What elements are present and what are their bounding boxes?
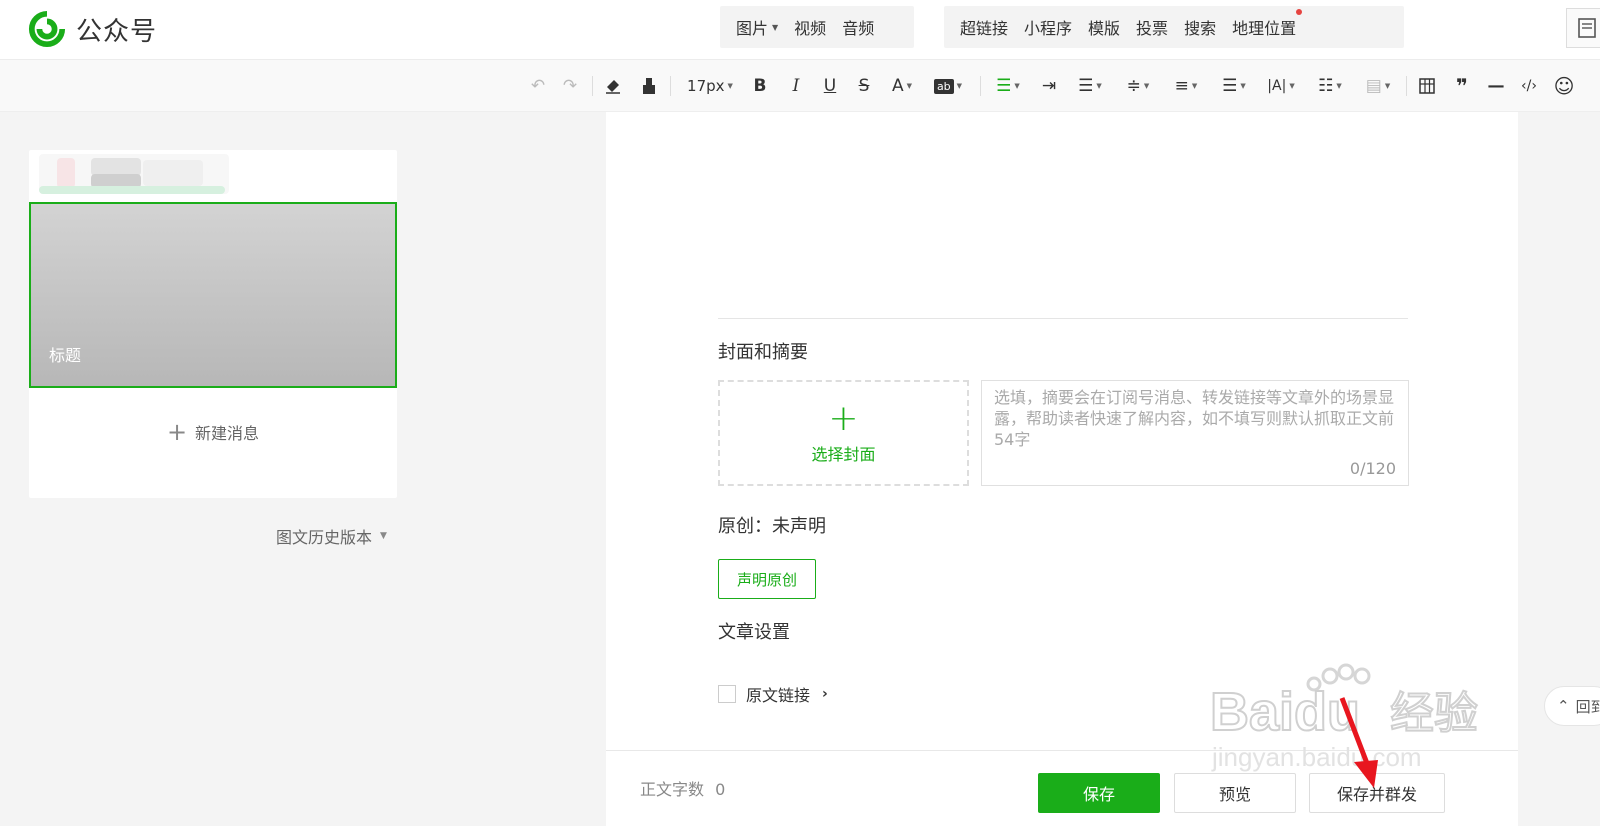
template-label: 模版 (1088, 19, 1121, 38)
history-versions-dropdown[interactable]: 图文历史版本 ▼ (276, 524, 387, 548)
plus-icon: + (828, 398, 859, 439)
word-count-value: 0 (715, 780, 726, 799)
preview-button[interactable]: 预览 (1174, 773, 1296, 813)
background-color-icon[interactable]: ab ▼ (928, 72, 968, 100)
font-size-value: 17px (687, 77, 725, 95)
cover-summary-title: 封面和摘要 (718, 342, 808, 363)
logo[interactable]: 公众号 (28, 10, 157, 48)
media-tools: 图片 ▼ 视频 音频 (720, 6, 914, 48)
original-link-label: 原文链接 (746, 686, 811, 705)
font-size-select[interactable]: 17px ▼ (680, 72, 740, 100)
vote-label: 投票 (1136, 19, 1169, 38)
choose-cover-button[interactable]: + 选择封面 (718, 380, 969, 486)
back-to-top-label: 回到 (1575, 697, 1600, 716)
cover-title: 标题 (49, 346, 82, 365)
toolbar-separator (1406, 76, 1407, 96)
audio-tool-button[interactable]: 音频 (834, 15, 882, 39)
format-painter-icon[interactable] (636, 72, 662, 100)
toolbar-separator (592, 76, 593, 96)
line-height-icon[interactable]: ☰ ▼ (1214, 72, 1254, 100)
vote-tool-button[interactable]: 投票 (1128, 15, 1176, 39)
history-label: 图文历史版本 (276, 528, 373, 547)
word-count-label: 正文字数 (640, 780, 705, 799)
paragraph-align-icon[interactable]: ☰ ▼ (1070, 72, 1110, 100)
font-color-icon[interactable]: A ▼ (884, 72, 920, 100)
original-link-checkbox[interactable] (718, 685, 736, 703)
redo-icon[interactable]: ↷ (558, 72, 582, 100)
image-tool-label: 图片 (736, 19, 769, 38)
save-button[interactable]: 保存 (1038, 773, 1160, 813)
article-settings-title: 文章设置 (718, 622, 790, 643)
notification-dot (1296, 9, 1303, 15)
toolbar-separator (670, 76, 671, 96)
caret-down-icon: ▼ (772, 22, 779, 32)
search-tool-button[interactable]: 搜索 (1176, 15, 1224, 39)
strikethrough-icon[interactable]: S (852, 72, 876, 100)
logo-text: 公众号 (76, 16, 158, 47)
horizontal-rule-icon[interactable]: — (1484, 72, 1508, 100)
new-message-label: 新建消息 (195, 424, 260, 443)
video-tool-button[interactable]: 视频 (786, 15, 834, 39)
caret-down-icon: ▼ (380, 531, 387, 541)
plus-icon: + (166, 418, 188, 446)
account-info-blurred (29, 150, 397, 202)
document-icon (1577, 18, 1596, 38)
eraser-icon[interactable] (600, 72, 626, 100)
location-tool-button[interactable]: 地理位置 (1224, 9, 1304, 39)
back-to-top-button[interactable]: ⌃ 回到 (1544, 686, 1600, 726)
audio-tool-label: 音频 (842, 19, 875, 38)
code-icon[interactable]: ‹/› (1514, 72, 1544, 100)
location-label: 地理位置 (1232, 19, 1297, 38)
word-count: 正文字数 0 (640, 776, 725, 800)
original-status: 原创：未声明 (718, 516, 826, 537)
chevron-right-icon: › (822, 686, 828, 702)
double-chevron-up-icon: ⌃ (1557, 697, 1570, 715)
paragraph-spacing-icon[interactable]: ≡ ▼ (1166, 72, 1206, 100)
hyperlink-tool-button[interactable]: 超链接 (952, 15, 1016, 39)
emoji-icon[interactable]: ☺ (1550, 72, 1578, 100)
content-divider (718, 318, 1408, 319)
original-link-option[interactable]: 原文链接 › (718, 682, 828, 706)
table-icon[interactable] (1414, 72, 1440, 100)
template-tool-button[interactable]: 模版 (1080, 15, 1128, 39)
summary-textarea[interactable]: 选填，摘要会在订阅号消息、转发链接等文章外的场景显露，帮助读者快速了解内容，如不… (981, 380, 1409, 486)
align-icon[interactable]: ☰ ▼ (990, 72, 1026, 100)
declare-original-button[interactable]: 声明原创 (718, 559, 816, 599)
red-arrow-annotation (1339, 697, 1378, 788)
quote-icon[interactable]: ❞ (1450, 72, 1474, 100)
wechat-official-logo-icon (28, 10, 66, 48)
image-tool-button[interactable]: 图片 ▼ (728, 15, 786, 39)
summary-char-count: 0/120 (1349, 459, 1396, 478)
undo-icon[interactable]: ↶ (526, 72, 550, 100)
bold-icon[interactable]: B (748, 72, 772, 100)
italic-icon[interactable]: I (784, 72, 808, 100)
format-toolbar: ↶ ↷ 17px ▼ B I U S A ▼ ab ▼ ☰ ▼ ⇥ ☰ ▼ ≑ ▼ ≡ ▼ ☰… (0, 60, 1600, 112)
mini-program-label: 小程序 (1024, 19, 1073, 38)
article-cover-selected[interactable]: 标题 (29, 202, 397, 388)
video-tool-label: 视频 (794, 19, 827, 38)
toolbar-separator (980, 76, 981, 96)
indent-icon[interactable]: ⇥ (1036, 72, 1062, 100)
choose-cover-label: 选择封面 (811, 445, 876, 464)
underline-icon[interactable]: U (818, 72, 842, 100)
draft-list-button[interactable] (1566, 8, 1600, 48)
insert-tools: 超链接 小程序 模版 投票 搜索 地理位置 (944, 6, 1404, 48)
top-header: 公众号 图片 ▼ 视频 音频 超链接 小程序 模版 投票 搜索 地理位置 (0, 0, 1600, 60)
line-spacing-icon[interactable]: ≑ ▼ (1118, 72, 1158, 100)
float-icon[interactable]: ▤ ▼ (1358, 72, 1398, 100)
new-message-button[interactable]: + 新建消息 (29, 420, 397, 444)
mini-program-tool-button[interactable]: 小程序 (1016, 15, 1080, 39)
list-icon[interactable]: ☷ ▼ (1310, 72, 1350, 100)
hyperlink-label: 超链接 (960, 19, 1009, 38)
search-label: 搜索 (1184, 19, 1217, 38)
letter-spacing-icon[interactable]: |A| ▼ (1260, 72, 1302, 100)
article-list-card: 标题 + 新建消息 (29, 150, 397, 498)
summary-placeholder: 选填，摘要会在订阅号消息、转发链接等文章外的场景显露，帮助读者快速了解内容，如不… (994, 388, 1395, 449)
